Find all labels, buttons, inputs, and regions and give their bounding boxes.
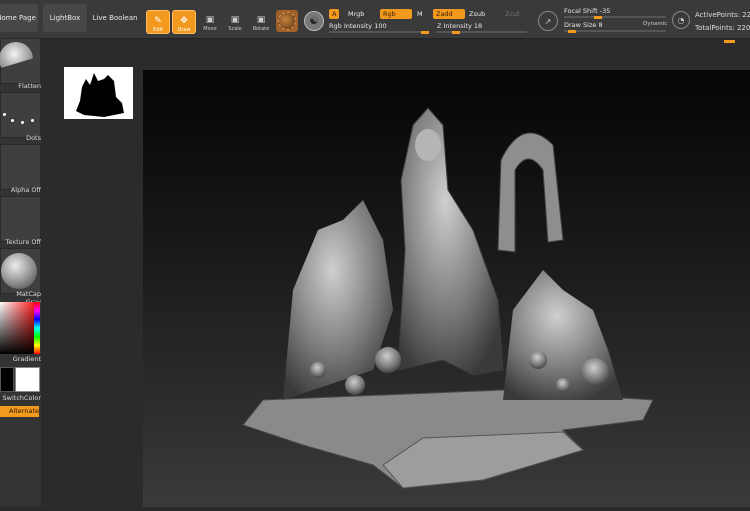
rotate-icon: ▣ bbox=[256, 15, 266, 25]
move-icon: ▣ bbox=[205, 15, 215, 25]
rgb-toggle[interactable]: Rgb bbox=[380, 9, 412, 19]
rotate-label: Rotate bbox=[252, 26, 270, 32]
edit-button[interactable]: ✎ Edit bbox=[146, 10, 170, 34]
active-points-readout: ActivePoints: 220,8 bbox=[695, 11, 750, 19]
home-page-button[interactable]: Home Page bbox=[0, 4, 38, 32]
symmetry-button[interactable]: ☯ bbox=[304, 11, 324, 31]
zadd-toggle[interactable]: Zadd bbox=[433, 9, 465, 19]
hue-strip[interactable] bbox=[34, 302, 40, 354]
rgb-intensity-label: Rgb Intensity bbox=[329, 22, 373, 30]
draw-label: Draw bbox=[177, 27, 191, 33]
zcut-toggle[interactable]: Zcut bbox=[502, 9, 523, 19]
a-toggle[interactable]: A bbox=[329, 9, 340, 19]
edit-icon: ✎ bbox=[154, 16, 162, 26]
alpha-button[interactable] bbox=[0, 144, 41, 190]
focal-shift-label: Focal Shift bbox=[564, 7, 598, 15]
stroke-icon: ↗ bbox=[544, 16, 552, 26]
focal-shift-value: -35 bbox=[599, 7, 611, 15]
sphere-icon bbox=[278, 12, 296, 30]
matcap-sphere-icon bbox=[1, 253, 37, 289]
material-button[interactable] bbox=[0, 248, 41, 294]
flatten-brush-icon bbox=[0, 42, 33, 69]
zsub-toggle[interactable]: Zsub bbox=[466, 9, 488, 19]
move-button[interactable]: ▣ Move bbox=[199, 10, 221, 33]
mrgb-toggle[interactable]: Mrgb bbox=[345, 9, 367, 19]
silhouette-icon bbox=[76, 73, 124, 117]
m-toggle[interactable]: M bbox=[414, 9, 426, 19]
brush-button[interactable] bbox=[0, 38, 41, 84]
draw-size-label: Draw Size bbox=[564, 21, 597, 29]
points-info-button[interactable]: ◔ bbox=[672, 11, 690, 29]
left-shelf: Flatten Dots Alpha Off Texture Off MatCa… bbox=[0, 38, 41, 507]
lazy-mouse-button[interactable]: ↗ bbox=[538, 11, 558, 31]
scale-icon: ▣ bbox=[230, 15, 240, 25]
draw-size-value: 8 bbox=[598, 21, 603, 29]
z-intensity-slider[interactable]: Z Intensity 18 bbox=[437, 21, 527, 34]
alpha-off-label: Alpha Off bbox=[10, 186, 41, 194]
z-intensity-label: Z Intensity bbox=[437, 22, 472, 30]
dynamic-toggle[interactable]: Dynamic bbox=[643, 21, 667, 27]
texture-button[interactable] bbox=[0, 196, 41, 242]
dots-stroke-icon bbox=[1, 93, 40, 137]
draw-size-knob[interactable] bbox=[568, 30, 576, 33]
rgb-intensity-slider[interactable]: Rgb Intensity 100 bbox=[329, 21, 429, 34]
main-color-swatch[interactable] bbox=[15, 367, 40, 392]
top-toolbar: Home Page LightBox Live Boolean ✎ Edit ✥ D… bbox=[0, 0, 750, 39]
edit-label: Edit bbox=[153, 27, 163, 33]
z-intensity-value: 18 bbox=[473, 22, 483, 30]
navigator-thumbnail[interactable] bbox=[64, 67, 133, 119]
lightbox-button[interactable]: LightBox bbox=[43, 4, 87, 32]
lightbox-label: LightBox bbox=[49, 14, 81, 22]
live-boolean-button[interactable]: Live Boolean bbox=[91, 4, 139, 32]
z-intensity-knob[interactable] bbox=[452, 31, 460, 34]
alternate-button[interactable]: Alternate bbox=[0, 406, 39, 417]
info-icon: ◔ bbox=[677, 15, 685, 25]
focal-shift-slider[interactable]: Focal Shift -35 bbox=[564, 6, 666, 19]
dots-label: Dots bbox=[26, 134, 41, 142]
flatten-label: Flatten bbox=[18, 82, 41, 90]
draw-button[interactable]: ✥ Draw bbox=[172, 10, 196, 34]
live-boolean-label: Live Boolean bbox=[92, 14, 138, 22]
move-label: Move bbox=[203, 26, 217, 32]
material-sphere-button[interactable] bbox=[276, 10, 298, 32]
texture-off-label: Texture Off bbox=[5, 238, 41, 246]
gradient-label: Gradient bbox=[12, 355, 41, 363]
document-viewport[interactable] bbox=[143, 70, 750, 507]
total-points-readout: TotalPoints: 220,8 bbox=[695, 24, 750, 32]
alternate-label: Alternate bbox=[8, 407, 39, 415]
secondary-color-swatch[interactable] bbox=[0, 367, 14, 392]
sculpture-model[interactable] bbox=[143, 70, 750, 507]
switch-color-label[interactable]: SwitchColor bbox=[0, 394, 41, 402]
yin-yang-icon: ☯ bbox=[309, 15, 319, 27]
rotate-button[interactable]: ▣ Rotate bbox=[250, 10, 272, 33]
rgb-intensity-value: 100 bbox=[374, 22, 387, 30]
scale-button[interactable]: ▣ Scale bbox=[224, 10, 246, 33]
home-page-label: Home Page bbox=[0, 14, 36, 22]
scale-label: Scale bbox=[228, 26, 242, 32]
draw-icon: ✥ bbox=[180, 16, 188, 26]
focal-shift-knob[interactable] bbox=[594, 16, 602, 19]
stroke-button[interactable] bbox=[0, 92, 41, 138]
rgb-intensity-knob[interactable] bbox=[421, 31, 429, 34]
